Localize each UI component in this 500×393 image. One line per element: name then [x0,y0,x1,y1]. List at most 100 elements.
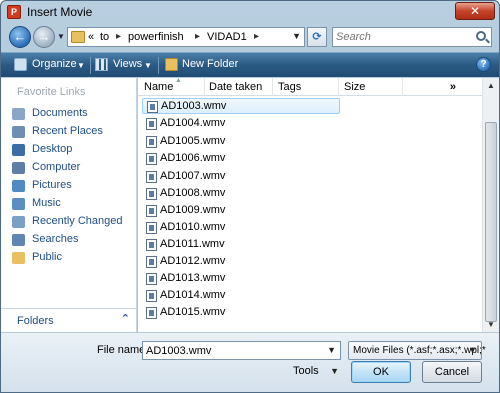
file-row[interactable]: AD1014.wmv [142,288,340,304]
column-divider[interactable] [338,78,339,96]
file-row[interactable]: AD1009.wmv [142,203,340,219]
sidebar-item-recent-places[interactable]: Recent Places [12,124,134,140]
tools-menu-button[interactable]: Tools ▼ [293,363,343,381]
file-row[interactable]: AD1007.wmv [142,169,340,185]
cancel-button[interactable]: Cancel [422,361,482,383]
column-divider[interactable] [272,78,273,96]
scroll-down-icon[interactable]: ▼ [487,320,495,329]
address-dropdown-icon[interactable]: ▼ [292,31,301,41]
file-row[interactable]: AD1010.wmv [142,220,340,236]
breadcrumb[interactable]: « to ▸ powerfinish ▸ VIDAD1 ▸ ▼ [67,27,305,47]
file-row[interactable]: AD1005.wmv [142,134,340,150]
scroll-up-icon[interactable]: ▲ [487,81,495,90]
file-name: AD1010.wmv [160,221,226,233]
column-tags[interactable]: Tags [278,81,301,93]
title-bar: P Insert Movie ✕ [1,1,499,23]
new-folder-icon [165,58,178,71]
file-row[interactable]: AD1013.wmv [142,271,340,287]
video-file-icon [147,101,158,113]
views-icon [95,58,108,71]
breadcrumb-separator-icon[interactable]: ▸ [195,31,200,42]
close-button[interactable]: ✕ [455,2,495,20]
public-folder-icon [12,252,25,264]
video-file-icon [146,273,157,285]
file-name: AD1006.wmv [160,152,226,164]
sidebar-item-documents[interactable]: Documents [12,106,134,122]
help-icon[interactable]: ? [476,57,491,72]
forward-button[interactable]: → [33,26,55,48]
sidebar-item-pictures[interactable]: Pictures [12,178,134,194]
chevron-down-icon[interactable]: ▼ [468,345,477,355]
file-row[interactable]: AD1006.wmv [142,151,340,167]
video-file-icon [146,239,157,251]
column-divider[interactable] [402,78,403,96]
new-folder-button[interactable]: New Folder [182,58,238,70]
file-name: AD1011.wmv [160,238,225,250]
file-type-select[interactable]: Movie Files (*.asf;*.asx;*.wpl;* ▼ [348,341,486,360]
chevron-up-icon[interactable]: ⌃ [121,312,130,325]
searches-icon [12,234,25,246]
column-date-taken[interactable]: Date taken [209,81,262,93]
vertical-scrollbar[interactable]: ▲ ▼ [482,78,499,332]
file-name: AD1012.wmv [160,255,226,267]
file-name: AD1003.wmv [161,100,227,112]
breadcrumb-separator-icon[interactable]: ▸ [116,31,121,42]
file-name: AD1004.wmv [160,117,226,129]
search-box[interactable] [332,27,492,47]
views-menu[interactable]: Views [113,58,142,70]
breadcrumb-item-powerfinish[interactable]: powerfinish [128,31,184,43]
file-type-value: Movie Files (*.asf;*.asx;*.wpl;* [353,345,486,356]
breadcrumb-separator-icon[interactable]: ▸ [254,31,259,42]
music-icon [12,198,25,210]
search-input[interactable] [336,30,466,44]
sidebar-item-desktop[interactable]: Desktop [12,142,134,158]
sidebar-item-label: Computer [32,161,81,173]
search-icon[interactable] [476,31,486,41]
recent-pages-dropdown-icon[interactable]: ▼ [57,32,65,41]
file-row[interactable]: AD1008.wmv [142,186,340,202]
breadcrumb-item-vidad1[interactable]: VIDAD1 [207,31,247,43]
video-file-icon [146,136,157,148]
breadcrumb-item-to[interactable]: to [100,31,109,43]
chevron-down-icon[interactable]: ▼ [327,345,336,355]
recently-changed-icon [12,216,25,228]
sidebar-item-label: Public [32,251,62,263]
sidebar-item-recently-changed[interactable]: Recently Changed [12,214,134,230]
file-row[interactable]: AD1015.wmv [142,305,340,321]
breadcrumb-overflow[interactable]: « [88,31,94,43]
sidebar-item-public[interactable]: Public [12,250,134,266]
organize-menu[interactable]: Organize [32,58,77,70]
sidebar-item-searches[interactable]: Searches [12,232,134,248]
views-dropdown-icon[interactable]: ▼ [144,61,152,70]
back-button[interactable]: ← [9,26,31,48]
ok-button[interactable]: OK [351,361,411,383]
file-row[interactable]: AD1012.wmv [142,254,340,270]
navigation-pane: Favorite Links Documents Recent Places D… [1,78,137,332]
folders-toggle[interactable]: Folders ⌃ [1,308,136,332]
column-name[interactable]: ▲ Name [144,77,182,93]
sidebar-item-label: Documents [32,107,88,119]
file-row[interactable]: AD1004.wmv [142,116,340,132]
sidebar-item-computer[interactable]: Computer [12,160,134,176]
file-name-input[interactable] [146,344,322,358]
video-file-icon [146,307,157,319]
column-divider[interactable] [204,78,205,96]
file-row[interactable]: AD1011.wmv [142,237,340,253]
scrollbar-thumb[interactable] [485,122,497,322]
organize-dropdown-icon[interactable]: ▼ [77,61,85,70]
sidebar-item-music[interactable]: Music [12,196,134,212]
file-name: AD1013.wmv [160,272,226,284]
more-columns-icon[interactable]: » [450,81,456,93]
video-file-icon [146,118,157,130]
file-name: AD1015.wmv [160,306,226,318]
column-size[interactable]: Size [344,81,365,93]
file-name-combobox[interactable]: ▼ [142,341,341,360]
chevron-down-icon: ▼ [330,366,339,376]
file-name: AD1005.wmv [160,135,226,147]
video-file-icon [146,171,157,183]
refresh-button[interactable]: ⟳ [307,27,327,47]
sidebar-item-label: Searches [32,233,79,245]
file-row[interactable]: AD1003.wmv [142,98,340,114]
favorite-links-heading: Favorite Links [17,86,86,98]
file-name: AD1014.wmv [160,289,226,301]
